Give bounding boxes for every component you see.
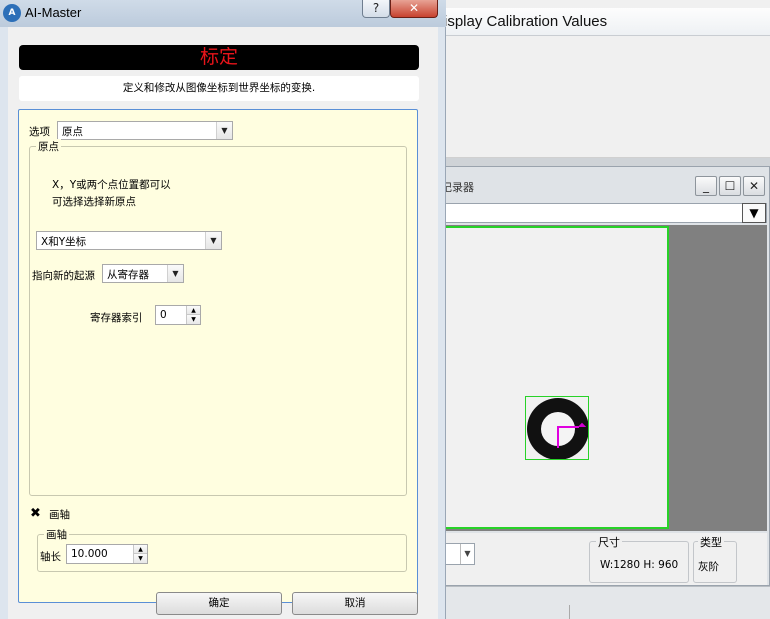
x-axis-icon — [557, 422, 587, 432]
option-select-value: 原点 — [62, 126, 83, 138]
recorder-close-button[interactable]: ✕ — [743, 176, 765, 196]
image-canvas[interactable] — [441, 226, 669, 529]
image-viewport[interactable] — [441, 225, 767, 531]
dialog-titlebar: A AI-Master ? ✕ — [0, 0, 446, 27]
maximize-button[interactable]: ☐ — [719, 176, 741, 196]
panel-divider[interactable] — [438, 158, 770, 166]
chevron-down-icon[interactable]: ▼ — [742, 203, 766, 223]
pointer-select[interactable]: 从寄存器 ▼ — [102, 264, 184, 283]
dialog-title: AI-Master — [25, 5, 82, 20]
type-group: 类型 灰阶 — [693, 534, 737, 583]
y-axis-icon — [557, 426, 559, 448]
settings-panel: 选项 原点 ▼ 原点 X，Y或两个点位置都可以 可选择选择新原点 X和Y坐标 ▼… — [18, 109, 418, 603]
strip-divider — [569, 605, 570, 619]
background-top-panel — [438, 38, 770, 158]
stepper-up-icon[interactable]: ▲ — [187, 306, 200, 315]
background-window-titlebar: isplay Calibration Values — [438, 8, 770, 36]
recorder-info-bar: ▼ 尺寸 W:1280 H: 960 类型 灰阶 — [441, 533, 767, 585]
description-text: 定义和修改从图像坐标到世界坐标的变换. — [19, 76, 419, 101]
recorder-source-select[interactable]: ▼ — [441, 203, 767, 223]
register-index-value: 0 — [160, 309, 167, 321]
draw-axis-label: 画轴 — [49, 509, 70, 521]
option-label: 选项 — [29, 126, 50, 138]
minimize-button[interactable]: _ — [695, 176, 717, 196]
chevron-down-icon[interactable]: ▼ — [460, 544, 474, 564]
ok-button[interactable]: 确定 — [156, 592, 282, 615]
stepper-down-icon[interactable]: ▼ — [134, 554, 147, 563]
close-button[interactable]: ✕ — [390, 0, 438, 18]
size-value: W:1280 H: 960 — [600, 559, 679, 571]
size-group: 尺寸 W:1280 H: 960 — [589, 534, 689, 583]
page-title: 标定 — [19, 45, 419, 70]
origin-group: 原点 X，Y或两个点位置都可以 可选择选择新原点 X和Y坐标 ▼ 指向新的起源 … — [29, 139, 407, 496]
type-group-label: 类型 — [698, 534, 724, 550]
draw-axis-checkbox[interactable]: ✖ — [29, 507, 42, 520]
coord-type-value: X和Y坐标 — [41, 236, 87, 248]
coord-type-select[interactable]: X和Y坐标 ▼ — [36, 231, 222, 250]
stepper-buttons: ▲ ▼ — [133, 545, 147, 563]
app-logo-icon: A — [3, 4, 21, 22]
background-window-title: isplay Calibration Values — [444, 13, 608, 30]
chevron-down-icon[interactable]: ▼ — [205, 232, 221, 249]
info-text-2: 可选择选择新原点 — [52, 196, 136, 208]
axis-group: 画轴 轴长 10.000 ▲ ▼ — [37, 527, 407, 572]
stepper-up-icon[interactable]: ▲ — [134, 545, 147, 554]
origin-group-label: 原点 — [36, 139, 61, 154]
help-button[interactable]: ? — [362, 0, 390, 18]
status-strip — [438, 586, 770, 619]
register-index-label: 寄存器索引 — [90, 312, 143, 324]
pointer-label: 指向新的起源 — [32, 270, 95, 282]
size-group-label: 尺寸 — [596, 534, 622, 550]
axis-length-stepper[interactable]: 10.000 ▲ ▼ — [66, 544, 148, 564]
pointer-select-value: 从寄存器 — [107, 269, 149, 281]
register-index-stepper[interactable]: 0 ▲ ▼ — [155, 305, 201, 325]
zoom-select[interactable]: ▼ — [441, 543, 475, 565]
option-select[interactable]: 原点 ▼ — [57, 121, 233, 140]
axis-length-label: 轴长 — [40, 551, 61, 563]
cancel-button[interactable]: 取消 — [292, 592, 418, 615]
axis-group-label: 画轴 — [44, 527, 69, 542]
calibration-dialog: A AI-Master ? ✕ 标定 定义和修改从图像坐标到世界坐标的变换. 选… — [0, 0, 446, 619]
axis-length-value: 10.000 — [71, 548, 108, 560]
type-value: 灰阶 — [698, 561, 719, 573]
chevron-down-icon[interactable]: ▼ — [167, 265, 183, 282]
dialog-body: 标定 定义和修改从图像坐标到世界坐标的变换. 选项 原点 ▼ 原点 X，Y或两个… — [8, 27, 438, 619]
stepper-buttons: ▲ ▼ — [186, 306, 200, 324]
chevron-down-icon[interactable]: ▼ — [216, 122, 232, 139]
stepper-down-icon[interactable]: ▼ — [187, 315, 200, 324]
info-text-1: X，Y或两个点位置都可以 — [52, 179, 171, 191]
recorder-window: 记录器 _ ☐ ✕ ▼ ▼ 尺寸 W:1280 H: 960 类型 灰阶 — [438, 166, 770, 586]
